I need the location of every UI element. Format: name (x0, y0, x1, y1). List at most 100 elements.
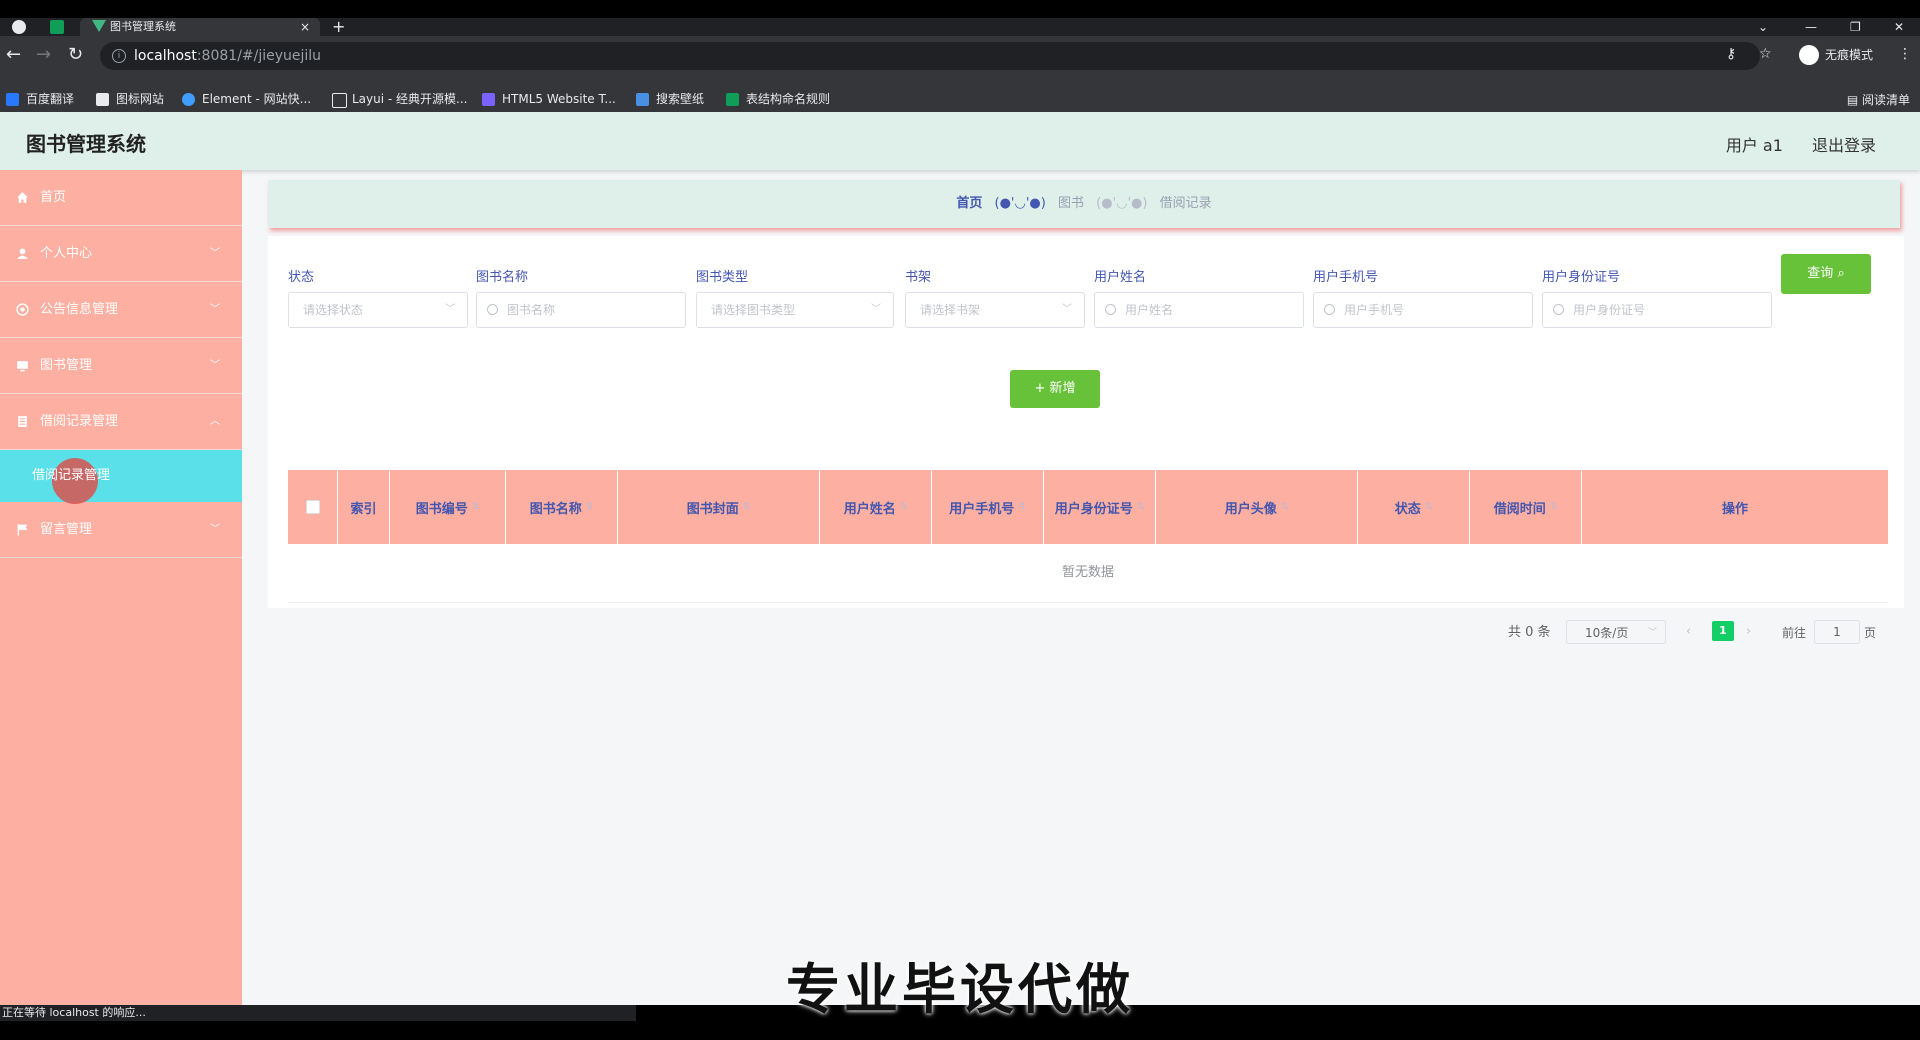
reading-list-icon: ▤ (1846, 93, 1862, 107)
browser-status-bar: 正在等待 localhost 的响应... (0, 1005, 636, 1021)
chevron-up-icon: ︿ (210, 416, 220, 427)
status-select[interactable]: 请选择状态 ﹀ (288, 292, 468, 328)
address-bar-row: ← → ↻ i localhost:8081/#/jieyuejilu ⚷ ☆ … (0, 36, 1920, 86)
incognito-label: 无痕模式 (1825, 48, 1874, 62)
sort-icon[interactable]: ⇅ (1018, 502, 1026, 512)
tab-close-icon[interactable]: × (300, 18, 310, 36)
bookmark-item[interactable]: 百度翻译 (6, 91, 74, 107)
bookmark-item[interactable]: Layui - 经典开源模... (332, 91, 467, 108)
user-id-label: 用户身份证号 (1542, 270, 1621, 285)
sidebar-item-messages[interactable]: 留言管理 ﹀ (0, 502, 242, 558)
sidebar-item-borrow[interactable]: 借阅记录管理 ︿ (0, 394, 242, 450)
app-viewport: 图书管理系统 用户 a1 退出登录 首页 个人中心 ﹀ 公告信息管理 ﹀ 图书管… (0, 112, 1920, 1005)
element-icon (182, 93, 195, 106)
pinned-tab-icon[interactable] (50, 20, 64, 34)
column-header[interactable]: 图书名称 ⇅ (506, 470, 618, 544)
book-name-input[interactable]: 图书名称 (476, 292, 686, 328)
bookmark-item[interactable]: 表结构命名规则 (726, 91, 830, 107)
breadcrumb-separator: (●'◡'●) (1096, 196, 1148, 211)
user-name-label: 用户姓名 (1094, 270, 1147, 285)
prev-page-icon[interactable]: ‹ (1686, 620, 1691, 644)
bookmark-item[interactable]: HTML5 Website T... (482, 91, 616, 107)
app-header: 图书管理系统 用户 a1 退出登录 (0, 112, 1920, 170)
tab-search-icon[interactable]: ⌄ (1758, 18, 1768, 36)
chevron-down-icon: ﹀ (1062, 304, 1072, 315)
next-page-icon[interactable]: › (1746, 620, 1751, 644)
forward-icon[interactable]: → (36, 44, 51, 65)
minimize-icon[interactable]: — (1805, 18, 1817, 36)
sort-icon[interactable]: ⇅ (1425, 502, 1433, 512)
browser-app-icon[interactable] (12, 20, 26, 34)
column-header[interactable]: 状态 ⇅ (1358, 470, 1470, 544)
goto-page-input[interactable]: 1 (1814, 620, 1860, 644)
records-table: 索引 图书编号 ⇅ 图书名称 ⇅ 图书封面 ⇅ 用户姓名 ⇅ 用户手机号 ⇅ 用户身份证号… (288, 470, 1888, 603)
sidebar-subitem-borrow-records[interactable]: 借阅记录管理 (0, 450, 242, 504)
key-icon[interactable]: ⚷ (1726, 46, 1736, 62)
page-size-select[interactable]: 10条/页 ﹀ (1566, 620, 1666, 644)
chevron-down-icon: ﹀ (210, 524, 220, 535)
column-header[interactable]: 借阅时间 ⇅ (1470, 470, 1582, 544)
notice-icon (16, 303, 29, 316)
sort-icon[interactable]: ⇅ (743, 502, 751, 512)
sidebar-item-profile[interactable]: 个人中心 ﹀ (0, 226, 242, 282)
wallpaper-icon (636, 93, 649, 106)
bookmark-item[interactable]: 图标网站 (96, 91, 164, 107)
top-black-bar (0, 0, 1920, 18)
back-icon[interactable]: ← (6, 44, 21, 65)
breadcrumb-separator: (●'◡'●) (994, 196, 1046, 211)
sort-icon[interactable]: ⇅ (900, 502, 908, 512)
column-header[interactable]: 图书封面 ⇅ (618, 470, 820, 544)
breadcrumb-books: 图书 (1057, 196, 1084, 211)
search-icon (1553, 304, 1564, 315)
vue-logo-icon (92, 20, 106, 32)
url-field[interactable]: i localhost:8081/#/jieyuejilu (100, 42, 1760, 70)
user-name-input[interactable]: 用户姓名 (1094, 292, 1304, 328)
new-tab-button[interactable]: + (332, 18, 345, 36)
column-header[interactable]: 用户手机号 ⇅ (932, 470, 1044, 544)
sort-icon[interactable]: ⇅ (472, 502, 480, 512)
logout-link[interactable]: 退出登录 (1812, 136, 1876, 155)
book-type-select[interactable]: 请选择图书类型 ﹀ (696, 292, 894, 328)
menu-dots-icon[interactable]: ⋮ (1898, 46, 1912, 62)
sort-icon[interactable]: ⇅ (1550, 502, 1558, 512)
status-label: 状态 (288, 270, 315, 285)
user-name: 用户 a1 (1725, 136, 1783, 155)
page-number-active[interactable]: 1 (1712, 621, 1734, 641)
bookmark-item[interactable]: 搜索壁纸 (636, 91, 704, 107)
html5-icon (482, 93, 495, 106)
sidebar-item-home[interactable]: 首页 (0, 170, 242, 226)
info-icon[interactable]: i (112, 49, 126, 63)
restore-icon[interactable]: ❐ (1850, 18, 1861, 36)
sidebar-item-notice[interactable]: 公告信息管理 ﹀ (0, 282, 242, 338)
add-button[interactable]: + 新增 (1010, 370, 1100, 408)
pagination: 共 0 条 10条/页 ﹀ ‹ 1 › 前往 1 页 (1508, 620, 1888, 646)
column-header[interactable]: 图书编号 ⇅ (390, 470, 506, 544)
user-id-input[interactable]: 用户身份证号 (1542, 292, 1772, 328)
breadcrumb-home[interactable]: 首页 (956, 196, 982, 211)
column-header[interactable]: 用户头像 ⇅ (1156, 470, 1358, 544)
reload-icon[interactable]: ↻ (68, 44, 83, 65)
sort-icon[interactable]: ⇅ (1281, 502, 1289, 512)
bookmark-star-icon[interactable]: ☆ (1759, 46, 1772, 62)
sort-icon[interactable]: ⇅ (586, 502, 594, 512)
search-icon (487, 304, 498, 315)
window-close-icon[interactable]: ✕ (1894, 18, 1904, 36)
tab-active[interactable]: 图书管理系统 × (80, 18, 320, 36)
book-type-label: 图书类型 (696, 270, 749, 285)
column-header[interactable]: 用户姓名 ⇅ (820, 470, 932, 544)
layui-icon (332, 93, 347, 108)
select-all-checkbox[interactable] (288, 470, 338, 544)
user-phone-input[interactable]: 用户手机号 (1313, 292, 1533, 328)
search-icon (1105, 304, 1116, 315)
app-title: 图书管理系统 (26, 132, 146, 156)
sort-icon[interactable]: ⇅ (1137, 502, 1145, 512)
tab-title: 图书管理系统 (110, 20, 176, 33)
column-header[interactable]: 用户身份证号 ⇅ (1044, 470, 1156, 544)
sidebar-item-books[interactable]: 图书管理 ﹀ (0, 338, 242, 394)
incognito-badge[interactable]: 无痕模式 (1795, 42, 1881, 68)
reading-list[interactable]: ▤ 阅读清单 (1847, 91, 1910, 108)
shelf-select[interactable]: 请选择书架 ﹀ (905, 292, 1085, 328)
breadcrumb-current: 借阅记录 (1159, 196, 1212, 211)
query-button[interactable]: 查询 ⌕ (1781, 254, 1871, 294)
bookmark-item[interactable]: Element - 网站快... (182, 91, 311, 107)
